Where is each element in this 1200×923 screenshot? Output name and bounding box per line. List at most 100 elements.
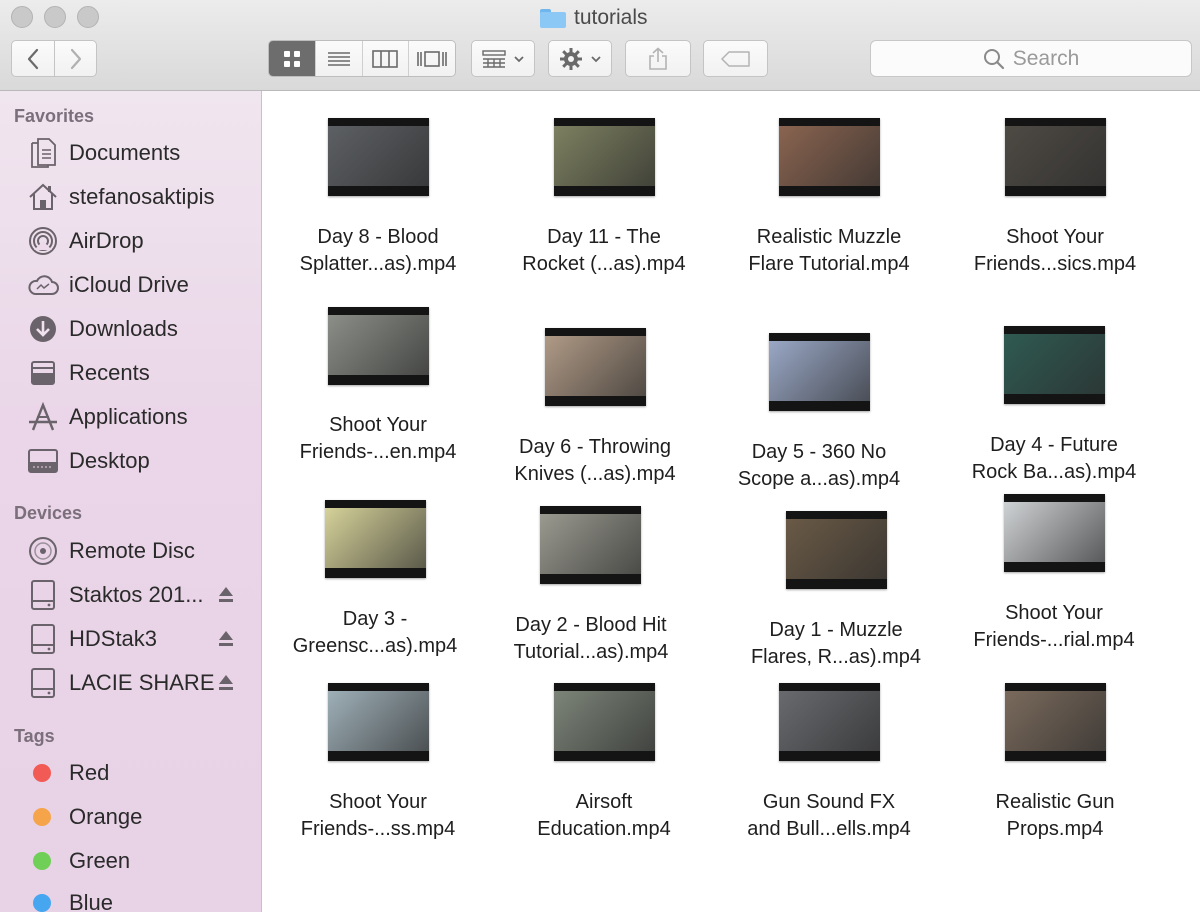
file-name[interactable]: Shoot Your Friends-...en.mp4 <box>265 412 491 466</box>
file-name[interactable]: Airsoft Education.mp4 <box>491 789 717 843</box>
tags-header: Tags <box>14 726 55 746</box>
file-name[interactable]: Shoot Your Friends-...rial.mp4 <box>941 600 1167 654</box>
grid-icon <box>283 50 300 67</box>
sidebar-item-label: Remote Disc <box>69 538 195 563</box>
file-grid: Day 8 - Blood Splatter...as).mp4 Day 11 -… <box>262 91 1200 912</box>
sidebar-tag-orange[interactable]: Orange <box>26 797 256 837</box>
sidebar-item-icloud-drive[interactable]: iCloud Drive <box>26 265 256 305</box>
sidebar: Favorites Documents stefanosaktipis AirD… <box>0 91 262 915</box>
thumbnail-frame <box>1004 502 1105 562</box>
file-name[interactable]: Realistic Muzzle Flare Tutorial.mp4 <box>716 224 942 278</box>
arrange-grid-icon <box>482 49 506 68</box>
sidebar-tag-green[interactable]: Green <box>26 841 256 881</box>
file-name[interactable]: Shoot Your Friends...sics.mp4 <box>942 224 1168 278</box>
sidebar-item-airdrop[interactable]: AirDrop <box>26 221 256 261</box>
column-view-button[interactable] <box>361 41 409 76</box>
home-icon <box>26 181 59 214</box>
eject-icon[interactable] <box>217 585 235 605</box>
sidebar-item-label: stefanosaktipis <box>69 184 215 209</box>
video-thumbnail[interactable] <box>545 328 646 406</box>
eject-icon[interactable] <box>217 629 235 649</box>
sidebar-item-applications[interactable]: Applications <box>26 397 256 437</box>
thumbnail-frame <box>1004 334 1105 394</box>
sidebar-item-recents[interactable]: Recents <box>26 353 256 393</box>
thumbnail-frame <box>1005 691 1106 751</box>
coverflow-icon <box>417 50 447 67</box>
video-thumbnail[interactable] <box>779 683 880 761</box>
minimize-window-button[interactable] <box>44 6 66 28</box>
zoom-window-button[interactable] <box>77 6 99 28</box>
search-field[interactable]: Search <box>870 40 1192 77</box>
file-name[interactable]: Shoot Your Friends-...ss.mp4 <box>265 789 491 843</box>
icon-view-button[interactable] <box>269 41 315 76</box>
thumbnail-frame <box>554 691 655 751</box>
video-thumbnail[interactable] <box>1005 118 1106 196</box>
back-button[interactable] <box>11 40 55 77</box>
sidebar-item-downloads[interactable]: Downloads <box>26 309 256 349</box>
red-tag-dot <box>33 764 51 782</box>
sidebar-item-home[interactable]: stefanosaktipis <box>26 177 256 217</box>
file-name[interactable]: Day 5 - 360 No Scope a...as).mp4 <box>706 439 932 493</box>
thumbnail-frame <box>554 126 655 186</box>
sidebar-item-remote-disc[interactable]: Remote Disc <box>26 531 256 571</box>
sidebar-item-documents[interactable]: Documents <box>26 133 256 173</box>
file-name[interactable]: Gun Sound FX and Bull...ells.mp4 <box>716 789 942 843</box>
arrange-button[interactable] <box>471 40 535 77</box>
chevron-left-icon <box>27 48 39 69</box>
thumbnail-frame <box>786 519 887 579</box>
video-thumbnail[interactable] <box>328 683 429 761</box>
window-title-text: tutorials <box>574 6 648 29</box>
edit-tags-button[interactable] <box>703 40 768 77</box>
video-thumbnail[interactable] <box>779 118 880 196</box>
file-name[interactable]: Day 11 - The Rocket (...as).mp4 <box>491 224 717 278</box>
video-thumbnail[interactable] <box>1005 683 1106 761</box>
list-view-button[interactable] <box>314 41 362 76</box>
file-name[interactable]: Realistic Gun Props.mp4 <box>942 789 1168 843</box>
video-thumbnail[interactable] <box>554 683 655 761</box>
sidebar-tag-blue[interactable]: Blue <box>26 883 256 923</box>
tag-icon <box>720 50 750 67</box>
video-thumbnail[interactable] <box>554 118 655 196</box>
sidebar-item-label: AirDrop <box>69 228 144 253</box>
chevron-down-icon <box>591 55 601 62</box>
video-thumbnail[interactable] <box>328 307 429 385</box>
file-name[interactable]: Day 3 - Greensc...as).mp4 <box>262 606 488 660</box>
green-tag-dot <box>33 852 51 870</box>
gallery-view-button[interactable] <box>408 41 455 76</box>
file-name[interactable]: Day 8 - Blood Splatter...as).mp4 <box>265 224 491 278</box>
video-thumbnail[interactable] <box>1004 494 1105 572</box>
video-thumbnail[interactable] <box>1004 326 1105 404</box>
drive-icon <box>26 579 59 612</box>
action-menu-button[interactable] <box>548 40 612 77</box>
file-name[interactable]: Day 1 - Muzzle Flares, R...as).mp4 <box>723 617 949 671</box>
sidebar-item-label: Downloads <box>69 316 178 341</box>
sidebar-item-label: Recents <box>69 360 150 385</box>
sidebar-item-label: Staktos 201... <box>69 582 204 607</box>
thumbnail-frame <box>328 126 429 186</box>
disc-icon <box>26 535 59 568</box>
sidebar-item-desktop[interactable]: Desktop <box>26 441 256 481</box>
share-button[interactable] <box>625 40 691 77</box>
sidebar-item-label: Documents <box>69 140 181 165</box>
forward-button[interactable] <box>54 40 97 77</box>
close-window-button[interactable] <box>11 6 33 28</box>
downloads-icon <box>26 313 59 346</box>
share-icon <box>649 46 667 70</box>
video-thumbnail[interactable] <box>325 500 426 578</box>
file-name[interactable]: Day 4 - Future Rock Ba...as).mp4 <box>941 432 1167 486</box>
video-thumbnail[interactable] <box>769 333 870 411</box>
video-thumbnail[interactable] <box>786 511 887 589</box>
desktop-icon <box>26 445 59 478</box>
view-mode-control <box>268 40 456 77</box>
sidebar-tag-red[interactable]: Red <box>26 753 256 793</box>
drive-icon <box>26 623 59 656</box>
airdrop-icon <box>26 225 59 258</box>
sidebar-item-label: Red <box>69 760 110 785</box>
eject-icon[interactable] <box>217 673 235 693</box>
video-thumbnail[interactable] <box>328 118 429 196</box>
video-thumbnail[interactable] <box>540 506 641 584</box>
chevron-right-icon <box>70 48 81 69</box>
file-name[interactable]: Day 2 - Blood Hit Tutorial...as).mp4 <box>478 612 704 666</box>
file-name[interactable]: Day 6 - Throwing Knives (...as).mp4 <box>482 434 708 488</box>
recents-icon <box>26 357 59 390</box>
